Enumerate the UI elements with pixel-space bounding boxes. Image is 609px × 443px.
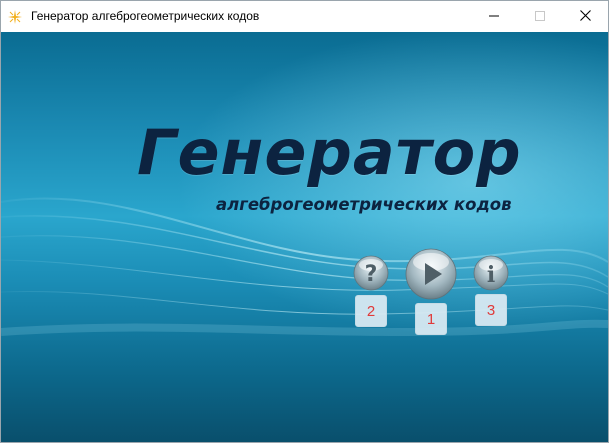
close-button[interactable] [562, 1, 608, 32]
title-bar[interactable]: Генератор алгеброгеометрических кодов [1, 1, 608, 32]
window-title: Генератор алгеброгеометрических кодов [31, 9, 260, 23]
close-icon [579, 8, 591, 26]
info-hotkey-label: 3 [475, 294, 507, 326]
app-window: Генератор алгеброгеометрических кодов Ге… [0, 0, 609, 443]
info-icon: i [473, 255, 509, 291]
background-waves [1, 197, 608, 337]
play-icon [405, 248, 457, 300]
help-hotkey-label: 2 [355, 295, 387, 327]
help-button[interactable]: ? [353, 255, 389, 291]
splash-screen: Генератор алгеброгеометрических кодов ? [1, 32, 608, 442]
app-title: Генератор [137, 116, 522, 189]
maximize-icon [535, 8, 545, 26]
info-button[interactable]: i [473, 255, 509, 291]
play-button[interactable] [405, 248, 457, 300]
minimize-icon [489, 8, 499, 26]
svg-text:i: i [487, 262, 495, 288]
play-hotkey-label: 1 [415, 303, 447, 335]
sparkle-icon [7, 9, 23, 25]
minimize-button[interactable] [471, 1, 517, 32]
question-icon: ? [353, 255, 389, 291]
svg-text:?: ? [365, 262, 378, 287]
app-subtitle: алгеброгеометрических кодов [216, 195, 512, 214]
maximize-button[interactable] [517, 1, 563, 32]
